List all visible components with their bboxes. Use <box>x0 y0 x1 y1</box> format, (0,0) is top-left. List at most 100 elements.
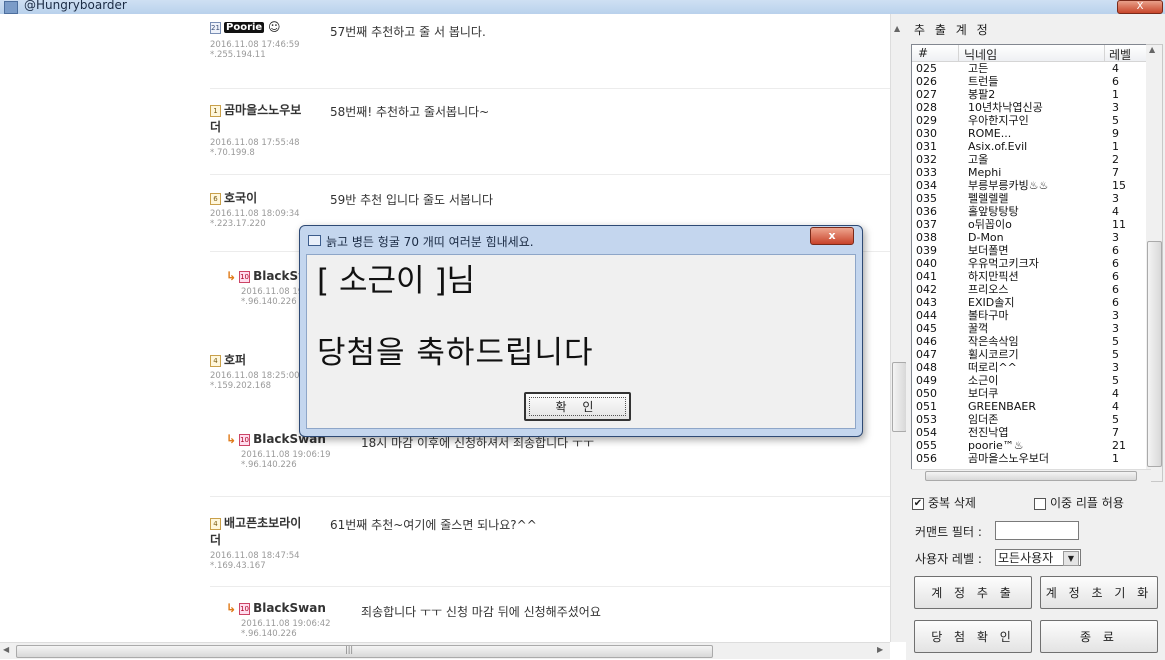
list-vertical-scrollbar[interactable]: ▲ <box>1146 44 1163 482</box>
list-row[interactable]: 029 우아한지구인 5 <box>912 114 1152 127</box>
row-num: 025 <box>916 62 937 75</box>
list-row[interactable]: 040 우유먹고키크자 6 <box>912 257 1152 270</box>
row-nick: 트런들 <box>968 75 999 88</box>
scroll-left-icon[interactable]: ◀ <box>3 645 9 654</box>
scroll-up-icon[interactable]: ▲ <box>894 24 900 33</box>
row-num: 048 <box>916 361 937 374</box>
scroll-thumb[interactable] <box>1147 241 1162 467</box>
list-row[interactable]: 026 트런들 6 <box>912 75 1152 88</box>
row-num: 026 <box>916 75 937 88</box>
comment-item: 1 곰마을스노우보 더 2016.11.08 17:55:48 *.70.199.… <box>210 101 890 158</box>
list-row[interactable]: 050 보더쿠 4 <box>912 387 1152 400</box>
list-row[interactable]: 043 EXID솔지 6 <box>912 296 1152 309</box>
list-row[interactable]: 039 보더폴면 6 <box>912 244 1152 257</box>
list-row[interactable]: 031 Asix.of.Evil 1 <box>912 140 1152 153</box>
chevron-down-icon[interactable]: ▼ <box>1063 551 1079 566</box>
comment-item: 21 Poorie ☺ 2016.11.08 17:46:59 *.255.194… <box>210 20 890 60</box>
comment-text: 죄송합니다 ㅜㅜ 신청 마감 뒤에 신청해주셨어요 <box>361 605 601 619</box>
level-badge: 10 <box>239 602 251 615</box>
list-row[interactable]: 035 펠렐렐렐 3 <box>912 192 1152 205</box>
confirm-winner-button[interactable]: 당 첨 확 인 <box>914 620 1032 653</box>
row-level: 1 <box>1112 88 1119 101</box>
list-row[interactable]: 025 고든 4 <box>912 62 1152 75</box>
row-level: 15 <box>1112 179 1126 192</box>
exit-button[interactable]: 종 료 <box>1040 620 1158 653</box>
checkbox-box[interactable] <box>1034 497 1046 510</box>
list-row[interactable]: 044 볼타구마 3 <box>912 309 1152 322</box>
row-num: 051 <box>916 400 937 413</box>
list-row[interactable]: 048 떠로리^^ 3 <box>912 361 1152 374</box>
list-row[interactable]: 049 소근이 5 <box>912 374 1152 387</box>
list-row[interactable]: 027 봉팔2 1 <box>912 88 1152 101</box>
col-header-level[interactable]: 레벨 <box>1109 46 1131 63</box>
ok-button[interactable]: 확 인 <box>524 392 631 421</box>
dialog-close-button[interactable]: x <box>810 227 854 245</box>
level-badge: 21 <box>210 21 221 34</box>
row-num: 038 <box>916 231 937 244</box>
row-num: 033 <box>916 166 937 179</box>
list-row[interactable]: 045 꿀꺽 3 <box>912 322 1152 335</box>
title-bar: @Hungryboarder X <box>0 0 1165 15</box>
row-level: 4 <box>1112 62 1119 75</box>
scroll-up-icon[interactable]: ▲ <box>1149 45 1155 54</box>
row-level: 6 <box>1112 296 1119 309</box>
list-row[interactable]: 054 전진낙엽 7 <box>912 426 1152 439</box>
winner-name: [ 소근이 ]님 <box>317 263 475 299</box>
comment-horizontal-scrollbar[interactable]: ◀ ||| ▶ <box>0 642 890 659</box>
row-level: 6 <box>1112 257 1119 270</box>
row-num: 029 <box>916 114 937 127</box>
row-nick: D-Mon <box>968 231 1004 244</box>
dedupe-checkbox[interactable]: ✔ 중복 삭제 <box>912 494 976 511</box>
comment-vertical-scrollbar[interactable]: ▲ <box>890 14 907 642</box>
list-row[interactable]: 053 임더존 5 <box>912 413 1152 426</box>
row-level: 21 <box>1112 439 1126 452</box>
reply-arrow-icon: ↳ <box>226 269 237 283</box>
double-reply-checkbox[interactable]: 이중 리플 허용 <box>1034 494 1124 511</box>
list-row[interactable]: 034 부릉부릉카빙♨♨ 15 <box>912 179 1152 192</box>
scroll-thumb[interactable] <box>925 471 1137 481</box>
scroll-thumb[interactable] <box>892 362 907 432</box>
list-row[interactable]: 036 홀앞탕탕탕 4 <box>912 205 1152 218</box>
comment-date: 2016.11.08 19:06:42 <box>241 619 331 629</box>
reset-accounts-button[interactable]: 계 정 초 기 화 <box>1040 576 1158 609</box>
list-row[interactable]: 056 곰마을스노우보더 1 <box>912 452 1152 465</box>
row-level: 3 <box>1112 101 1119 114</box>
scroll-thumb[interactable] <box>16 645 713 658</box>
filter-label: 커맨트 필터 : <box>915 525 982 539</box>
row-nick: 우유먹고키크자 <box>968 257 1039 270</box>
comment-ip: *.96.140.226 <box>241 460 297 470</box>
list-row[interactable]: 037 o뒤꼽이o 11 <box>912 218 1152 231</box>
list-row[interactable]: 030 ROME... 9 <box>912 127 1152 140</box>
row-level: 3 <box>1112 192 1119 205</box>
row-level: 5 <box>1112 335 1119 348</box>
row-nick: GREENBAER <box>968 400 1036 413</box>
list-horizontal-scrollbar[interactable] <box>911 469 1151 482</box>
filter-input[interactable] <box>995 521 1079 540</box>
reply-arrow-icon: ↳ <box>226 601 237 615</box>
list-row[interactable]: 038 D-Mon 3 <box>912 231 1152 244</box>
nick-logo: Poorie <box>224 22 265 33</box>
row-level: 5 <box>1112 413 1119 426</box>
list-row[interactable]: 051 GREENBAER 4 <box>912 400 1152 413</box>
extract-accounts-button[interactable]: 계 정 추 출 <box>914 576 1032 609</box>
congrats-message: 당첨을 축하드립니다 <box>317 335 594 371</box>
list-row[interactable]: 042 프리오스 6 <box>912 283 1152 296</box>
window-close-button[interactable]: X <box>1117 0 1163 14</box>
col-header-num[interactable]: # <box>918 46 928 60</box>
comment-date: 2016.11.08 19:06:19 <box>241 450 331 460</box>
scroll-right-icon[interactable]: ▶ <box>877 645 883 654</box>
list-row[interactable]: 047 휠시코르기 5 <box>912 348 1152 361</box>
list-row[interactable]: 028 10년차낙엽신공 3 <box>912 101 1152 114</box>
list-row[interactable]: 041 하지만픽션 6 <box>912 270 1152 283</box>
account-list[interactable]: # 닉네임 레벨 025 고든 4 026 트런들 6 027 봉팔2 1 028 10년차낙엽신공… <box>911 44 1153 482</box>
col-header-nick[interactable]: 닉네임 <box>964 46 997 63</box>
list-row[interactable]: 046 작은속삭임 5 <box>912 335 1152 348</box>
list-row[interactable]: 032 고올 2 <box>912 153 1152 166</box>
checkbox-box[interactable]: ✔ <box>912 497 924 510</box>
list-row[interactable]: 055 poorie™♨ 21 <box>912 439 1152 452</box>
list-row[interactable]: 033 Mephi 7 <box>912 166 1152 179</box>
row-nick: 전진낙엽 <box>968 426 1009 439</box>
row-num: 045 <box>916 322 937 335</box>
row-num: 050 <box>916 387 937 400</box>
user-level-select[interactable]: 모든사용자 ▼ <box>995 549 1081 566</box>
